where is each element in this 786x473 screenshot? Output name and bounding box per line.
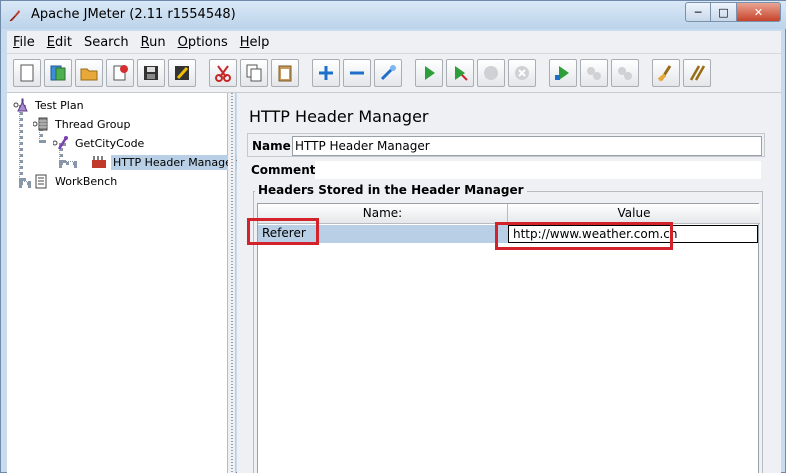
save-icon bbox=[144, 66, 158, 80]
save-as-icon bbox=[175, 66, 189, 80]
menu-edit[interactable]: Edit bbox=[41, 35, 78, 50]
tree-node-label: GetCityCode bbox=[75, 136, 145, 150]
remote-stop-icon bbox=[587, 67, 601, 80]
tree-node-test-plan[interactable]: Test Plan bbox=[13, 96, 86, 114]
tree-node-thread-group[interactable]: Thread Group bbox=[33, 115, 132, 133]
toggle-icon bbox=[380, 65, 396, 81]
templates-button[interactable] bbox=[44, 59, 72, 87]
clear-icon bbox=[657, 65, 672, 82]
workbench-clipboard-icon bbox=[35, 174, 47, 189]
shutdown-button[interactable] bbox=[508, 59, 536, 87]
close-button[interactable] bbox=[106, 59, 134, 87]
new-button[interactable] bbox=[13, 59, 41, 87]
shutdown-icon bbox=[515, 66, 529, 80]
expand-all-button[interactable] bbox=[312, 59, 340, 87]
test-plan-tree[interactable]: Test Plan Thread Group GetCityCode HTTP … bbox=[7, 93, 239, 473]
maximize-button[interactable]: □ bbox=[711, 2, 737, 22]
column-header-value[interactable]: Value bbox=[508, 204, 760, 224]
comments-input[interactable] bbox=[315, 161, 761, 179]
name-input[interactable]: HTTP Header Manager bbox=[292, 136, 762, 156]
tree-node-getcitycode[interactable]: GetCityCode bbox=[53, 134, 146, 152]
test-plan-flask-icon bbox=[13, 98, 28, 112]
start-button[interactable] bbox=[415, 59, 443, 87]
menu-help[interactable]: Help bbox=[234, 35, 276, 50]
pane-splitter[interactable] bbox=[228, 93, 236, 473]
tree-node-label: HTTP Header Manager bbox=[111, 154, 239, 170]
remote-start-button[interactable] bbox=[549, 59, 577, 87]
tree-node-http-header-manager[interactable]: HTTP Header Manager bbox=[91, 153, 239, 171]
stop-button[interactable] bbox=[477, 59, 505, 87]
paste-button[interactable] bbox=[271, 59, 299, 87]
title-bar[interactable]: Apache JMeter (2.11 r1554548) ─ □ ✕ bbox=[1, 1, 786, 29]
thread-group-spool-icon bbox=[33, 117, 48, 131]
sampler-pipette-icon bbox=[53, 136, 68, 150]
panel-title: HTTP Header Manager bbox=[249, 107, 429, 126]
annotation-box-value bbox=[495, 222, 673, 250]
start-no-pause-icon bbox=[455, 66, 468, 81]
window-title: Apache JMeter (2.11 r1554548) bbox=[31, 7, 236, 22]
open-button[interactable] bbox=[75, 59, 103, 87]
jmeter-window: Apache JMeter (2.11 r1554548) ─ □ ✕ File… bbox=[0, 0, 786, 473]
element-editor-panel: HTTP Header Manager Name: HTTP Header Ma… bbox=[237, 93, 781, 473]
remote-shutdown-icon bbox=[618, 67, 632, 80]
menu-run[interactable]: Run bbox=[135, 35, 172, 50]
tree-node-label: WorkBench bbox=[55, 174, 118, 188]
tree-node-workbench[interactable]: WorkBench bbox=[33, 172, 119, 190]
remote-start-icon bbox=[555, 66, 569, 80]
tree-node-label: Test Plan bbox=[35, 98, 84, 112]
minimize-button[interactable]: ─ bbox=[685, 2, 711, 22]
start-icon bbox=[425, 66, 435, 80]
stop-icon bbox=[484, 66, 498, 80]
annotation-box-referer bbox=[247, 218, 319, 245]
remote-shutdown-button[interactable] bbox=[611, 59, 639, 87]
new-icon bbox=[20, 64, 34, 82]
headers-group-title: Headers Stored in the Header Manager bbox=[255, 183, 527, 197]
copy-icon bbox=[246, 64, 262, 82]
start-no-pauses-button[interactable] bbox=[446, 59, 474, 87]
comments-row: Comments: bbox=[247, 159, 765, 181]
save-button[interactable] bbox=[137, 59, 165, 87]
templates-icon bbox=[50, 65, 66, 81]
config-element-icon bbox=[92, 156, 106, 168]
close-window-button[interactable]: ✕ bbox=[737, 2, 781, 22]
name-row: Name: HTTP Header Manager bbox=[247, 133, 765, 157]
tree-node-label: Thread Group bbox=[55, 117, 131, 131]
cut-icon bbox=[215, 65, 231, 82]
toggle-button[interactable] bbox=[374, 59, 402, 87]
save-as-button[interactable] bbox=[168, 59, 196, 87]
remote-stop-button[interactable] bbox=[580, 59, 608, 87]
collapse-icon bbox=[350, 71, 364, 75]
copy-button[interactable] bbox=[240, 59, 268, 87]
menu-bar: File Edit Search Run Options Help bbox=[7, 31, 781, 53]
toolbar bbox=[7, 53, 781, 93]
menu-file[interactable]: File bbox=[7, 35, 41, 50]
clear-all-icon bbox=[689, 65, 706, 81]
menu-options[interactable]: Options bbox=[172, 35, 234, 50]
collapse-all-button[interactable] bbox=[343, 59, 371, 87]
open-icon bbox=[80, 68, 98, 81]
clear-all-button[interactable] bbox=[683, 59, 711, 87]
menu-search[interactable]: Search bbox=[78, 35, 135, 50]
name-label: Name: bbox=[252, 139, 296, 153]
clear-button[interactable] bbox=[652, 59, 680, 87]
window-controls: ─ □ ✕ bbox=[685, 2, 781, 22]
cut-button[interactable] bbox=[209, 59, 237, 87]
paste-icon bbox=[278, 65, 292, 82]
jmeter-feather-icon bbox=[9, 10, 20, 22]
expand-icon bbox=[319, 66, 333, 80]
close-icon bbox=[113, 65, 128, 81]
